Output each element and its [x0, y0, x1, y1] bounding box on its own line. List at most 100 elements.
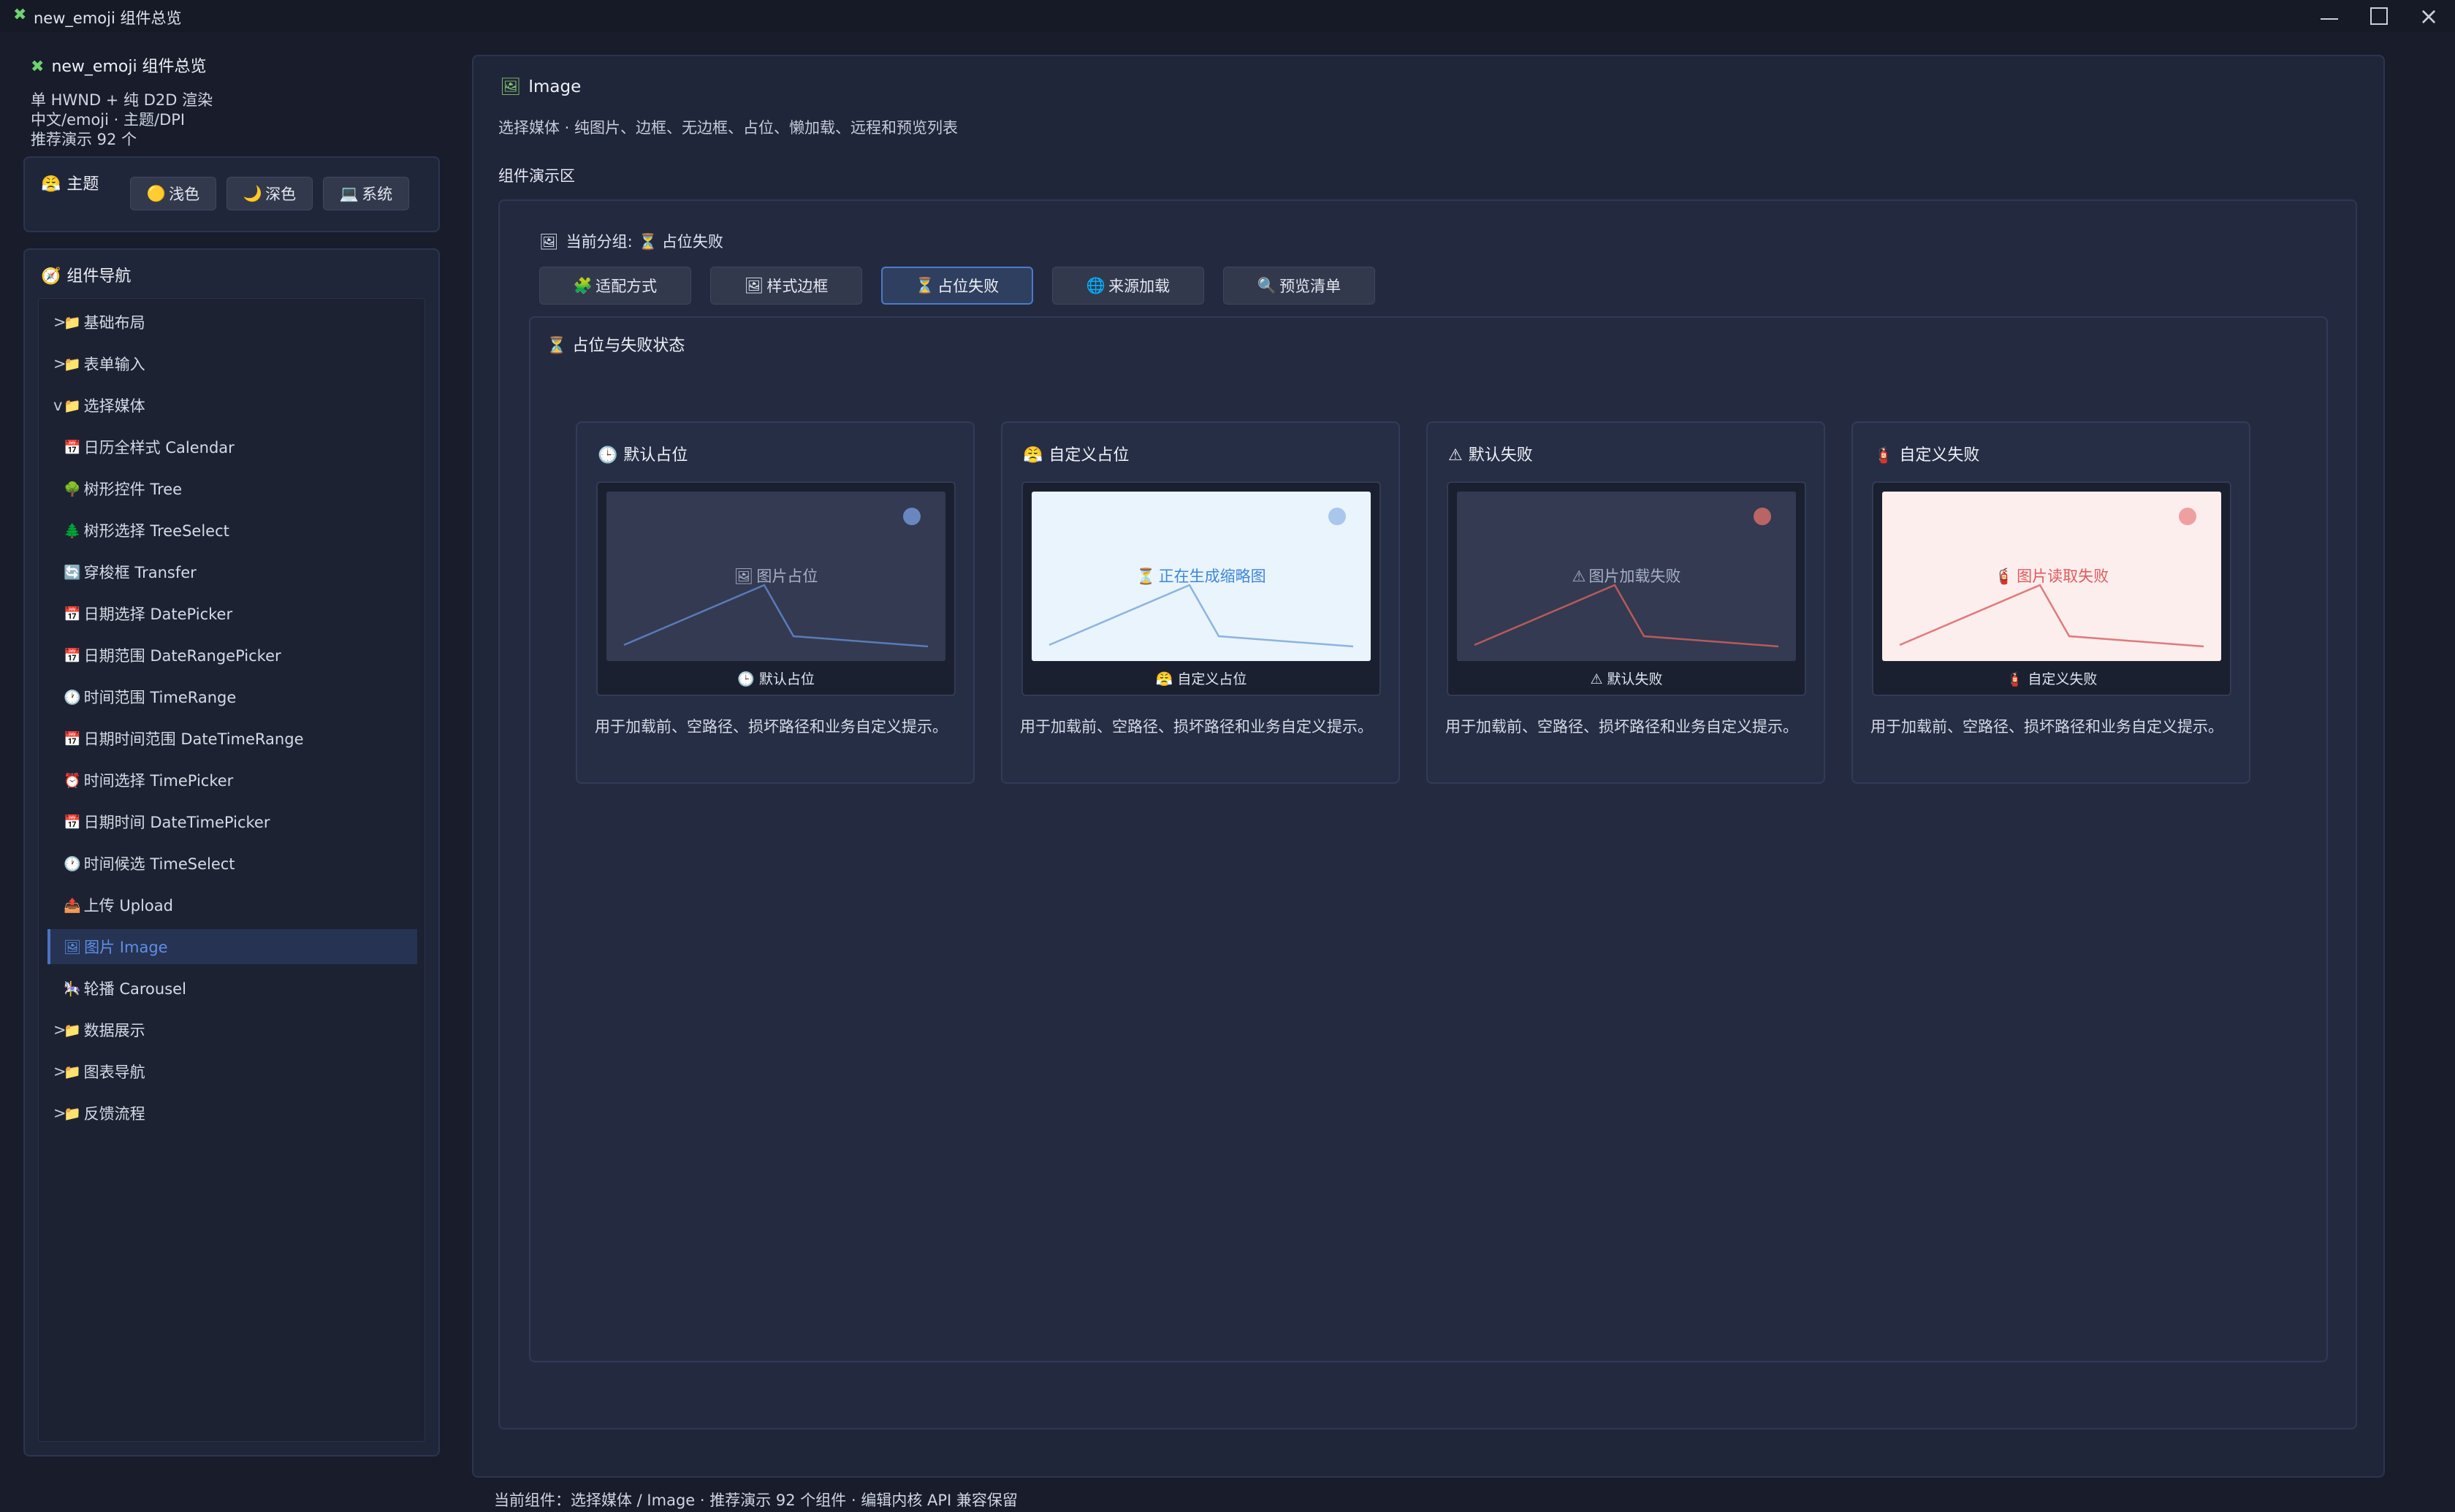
close-button[interactable]: × [2404, 0, 2454, 32]
nav-item-label: 基础布局 [83, 314, 145, 332]
nav-item[interactable]: 📅 日期选择 DatePicker [39, 596, 411, 631]
image-frame[interactable]: 🧯 图片读取失败 🧯 自定义失败 [1872, 481, 2231, 696]
placeholder-icon: ⚠ [1572, 568, 1586, 585]
group-tab[interactable]: 🧩 适配方式 [539, 267, 691, 305]
landscape-line [623, 584, 929, 648]
nav-group[interactable]: > 📁 反馈流程 [39, 1096, 411, 1131]
card-title-icon: 🕒 [598, 446, 618, 465]
tab-label: 预览清单 [1279, 278, 1341, 295]
nav-item[interactable]: 🖼 图片 Image [47, 929, 417, 964]
tab-icon: 🧩 [573, 276, 593, 294]
app-title: ✖ new_emoji 组件总览 [31, 53, 207, 77]
nav-item[interactable]: 📤 上传 Upload [39, 887, 411, 923]
image-frame[interactable]: 🖼 图片占位 🕒 默认占位 [596, 481, 956, 696]
nav-item-label: 反馈流程 [83, 1105, 145, 1123]
nav-item-label: 图表导航 [83, 1064, 145, 1081]
card-description: 用于加载前、空路径、损坏路径和业务自定义提示。 [1870, 718, 2223, 736]
title-bar[interactable]: ✖ new_emoji 组件总览 × [0, 0, 2455, 32]
nav-item[interactable]: 📅 日期时间范围 DateTimeRange [39, 721, 411, 756]
chevron-right-icon: > [53, 1021, 66, 1039]
image-icon: 🖼 [500, 77, 522, 96]
nav-item-label: 日期选择 DatePicker [83, 606, 233, 623]
image-icon: 🖼 [539, 233, 559, 251]
group-tab[interactable]: 🔍 预览清单 [1223, 267, 1375, 305]
nav-item-label: 时间候选 TimeSelect [83, 855, 235, 873]
status-bar: 当前组件：选择媒体 / Image · 推荐演示 92 个组件 · 编辑内核 A… [494, 1492, 1018, 1509]
nav-group[interactable]: > 📁 基础布局 [39, 305, 411, 340]
nav-item-label: 日历全样式 Calendar [83, 439, 235, 457]
nav-group[interactable]: v 📁 选择媒体 [39, 388, 411, 423]
nav-item[interactable]: 🎠 轮播 Carousel [39, 971, 411, 1006]
sun-dot [2179, 508, 2196, 525]
component-title: 🖼 Image [500, 77, 581, 96]
theme-label: 😤 主题 [41, 171, 99, 194]
nav-item[interactable]: ⏰ 时间选择 TimePicker [39, 763, 411, 798]
folder-icon: 📁 [64, 356, 81, 373]
theme-system-button[interactable]: 💻 系统 [323, 177, 409, 210]
nav-item-label: 树形控件 Tree [83, 481, 183, 498]
placeholder-icon: ⏳ [1136, 568, 1156, 585]
moon-icon: 🌙 [243, 184, 263, 202]
image-caption: 😤 自定义占位 [1023, 668, 1379, 688]
info-line: 中文/emoji · 主题/DPI [31, 111, 186, 129]
image-frame[interactable]: ⏳ 正在生成缩略图 😤 自定义占位 [1021, 481, 1381, 696]
nav-title: 🧭 组件导航 [41, 263, 131, 286]
image-preview: 🧯 图片读取失败 [1882, 492, 2221, 661]
nav-item[interactable]: 🕐 时间范围 TimeRange [39, 679, 411, 714]
component-icon: 🌳 [64, 481, 81, 497]
nav-item[interactable]: 📅 日期范围 DateRangePicker [39, 638, 411, 673]
nav-item-label: 数据展示 [83, 1022, 145, 1039]
puzzle-icon: ✖ [31, 58, 45, 76]
demo-area: 🖼 当前分组: ⏳ 占位失败 🧩 适配方式 🖼 样式边框 ⏳ 占位失败 🌐 来源加载 🔍 预览清单 ⏳ 占… [498, 199, 2357, 1429]
minimize-button[interactable] [2304, 0, 2354, 32]
nav-item[interactable]: 🕐 时间候选 TimeSelect [39, 846, 411, 881]
group-tab[interactable]: 🌐 来源加载 [1052, 267, 1204, 305]
chevron-right-icon: > [53, 355, 66, 373]
image-caption: 🕒 默认占位 [598, 668, 954, 688]
nav-item[interactable]: 🌲 树形选择 TreeSelect [39, 513, 411, 548]
nav-item[interactable]: 📅 日历全样式 Calendar [39, 429, 411, 465]
chevron-down-icon: v [53, 397, 63, 414]
card-title-text: 自定义失败 [1899, 446, 1980, 465]
nav-item[interactable]: 📅 日期时间 DateTimePicker [39, 804, 411, 839]
group-tab[interactable]: 🖼 样式边框 [710, 267, 862, 305]
nav-group[interactable]: > 📁 数据展示 [39, 1012, 411, 1047]
close-icon: × [2418, 2, 2439, 30]
current-group: 🖼 当前分组: ⏳ 占位失败 [539, 230, 723, 252]
theme-button-label: 系统 [362, 186, 393, 203]
folder-icon: 📁 [64, 1064, 81, 1080]
theme-button-label: 浅色 [169, 186, 200, 203]
nav-item[interactable]: 🌳 树形控件 Tree [39, 471, 411, 506]
nav-item-label: 时间范围 TimeRange [83, 689, 237, 706]
placeholder-label: 图片占位 [756, 568, 818, 585]
placeholder-text: 🧯 图片读取失败 [1882, 565, 2221, 587]
nav-group[interactable]: > 📁 图表导航 [39, 1054, 411, 1089]
tab-icon: 🌐 [1086, 276, 1106, 294]
nav-item-label: 选择媒体 [83, 397, 145, 415]
theme-light-button[interactable]: 🟡 浅色 [130, 177, 216, 210]
component-icon: 📅 [64, 814, 81, 831]
sun-dot [1328, 508, 1346, 525]
component-icon: 🌲 [64, 522, 81, 539]
nav-item-label: 树形选择 TreeSelect [83, 522, 229, 540]
maximize-button[interactable] [2354, 0, 2404, 32]
nav-item-label: 日期时间 DateTimePicker [83, 814, 270, 831]
tab-icon: 🔍 [1257, 276, 1277, 294]
palette-icon: 😤 [41, 175, 61, 194]
caption-text: 自定义失败 [2028, 671, 2098, 687]
group-tab[interactable]: ⏳ 占位失败 [881, 267, 1033, 305]
image-frame[interactable]: ⚠ 图片加载失败 ⚠ 默认失败 [1447, 481, 1806, 696]
folder-icon: 📁 [64, 1022, 81, 1039]
app-info: 单 HWND + 纯 D2D 渲染 中文/emoji · 主题/DPI 推荐演示… [31, 91, 213, 150]
image-preview: ⚠ 图片加载失败 [1457, 492, 1796, 661]
tab-label: 适配方式 [595, 278, 658, 295]
nav-item[interactable]: 🔄 穿梭框 Transfer [39, 554, 411, 589]
nav-item-label: 时间选择 TimePicker [83, 772, 234, 790]
nav-tree[interactable]: > 📁 基础布局 > 📁 表单输入 v 📁 选择媒体 📅 日历全样式 Calendar 🌳 树形控件 T… [38, 298, 425, 1442]
image-preview: 🖼 图片占位 [606, 492, 945, 661]
theme-dark-button[interactable]: 🌙 深色 [227, 177, 313, 210]
component-icon: 📅 [64, 439, 81, 456]
nav-item-label: 图片 Image [84, 939, 168, 956]
nav-group[interactable]: > 📁 表单输入 [39, 346, 411, 381]
placeholder-label: 图片加载失败 [1588, 568, 1681, 585]
